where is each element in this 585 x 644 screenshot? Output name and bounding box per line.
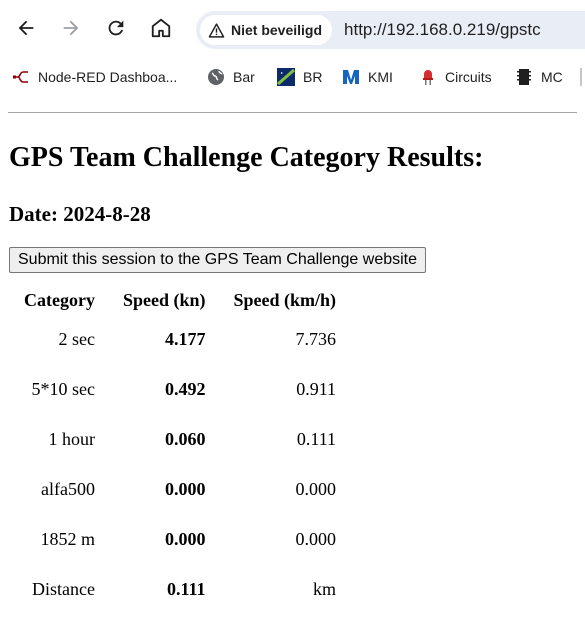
bookmark-label: Bar [233, 69, 255, 85]
category-cell: 5*10 sec [31, 378, 95, 399]
results-table: Category Speed (kn) Speed (km/h) 2 sec 4… [9, 285, 351, 615]
category-cell: 1852 m [40, 528, 95, 549]
page-title: GPS Team Challenge Category Results: [9, 142, 484, 173]
category-cell: 1 hour [48, 428, 95, 449]
session-date: Date: 2024-8-28 [9, 202, 151, 226]
led-icon [419, 68, 437, 86]
speed-kn-cell: 0.000 [165, 528, 206, 549]
bookmark-bar[interactable]: Bar [207, 66, 255, 88]
table-row: 5*10 sec 0.492 0.911 [11, 365, 349, 413]
column-header-speed-kn: Speed (kn) [122, 289, 206, 310]
warning-icon [208, 22, 225, 38]
column-header-speed-kmh: Speed (km/h) [233, 289, 337, 310]
home-icon [151, 18, 171, 38]
url-text[interactable]: http://192.168.0.219/gpstc [344, 20, 541, 40]
category-cell: 2 sec [58, 328, 95, 349]
globe-icon [207, 68, 225, 86]
speed-kn-cell: 0.111 [167, 578, 206, 599]
bookmark-label: KMI [368, 69, 393, 85]
speed-kmh-cell: 7.736 [295, 328, 337, 349]
bookmark-label: MC [541, 69, 563, 85]
bookmark-label: BR [303, 69, 323, 85]
br-icon [277, 68, 295, 86]
back-button[interactable] [12, 14, 40, 42]
node-red-icon [12, 68, 30, 86]
category-cell: alfa500 [41, 478, 95, 499]
speed-kmh-cell: 0.000 [295, 528, 337, 549]
table-row: 2 sec 4.177 7.736 [11, 315, 349, 363]
speed-kmh-cell: 0.000 [295, 478, 337, 499]
reload-icon [108, 20, 124, 36]
category-cell: Distance [32, 578, 95, 599]
reload-button[interactable] [102, 14, 130, 42]
bookmarks-bar: Node-RED Dashboa... Bar BR KMI Circuits … [0, 60, 585, 94]
browser-toolbar: Niet beveiligd http://192.168.0.219/gpst… [0, 0, 585, 60]
speed-kn-cell: 4.177 [165, 328, 206, 349]
speed-kn-cell: 0.000 [165, 478, 206, 499]
kmi-icon [342, 68, 360, 86]
home-button[interactable] [147, 14, 175, 42]
security-chip[interactable]: Niet beveiligd [200, 15, 333, 45]
back-arrow-icon [18, 20, 34, 36]
speed-kmh-cell: 0.111 [296, 428, 337, 449]
table-row: Distance 0.111 km [11, 565, 349, 613]
bookmark-br[interactable]: BR [277, 66, 322, 88]
chip-icon [515, 68, 533, 86]
bookmarks-separator [580, 68, 582, 86]
page-divider [8, 112, 577, 113]
table-row: 1 hour 0.060 0.111 [11, 415, 349, 463]
submit-session-button[interactable]: Submit this session to the GPS Team Chal… [9, 247, 427, 273]
bookmark-node-red[interactable]: Node-RED Dashboa... [12, 66, 177, 88]
page-content: GPS Team Challenge Category Results: Dat… [0, 142, 585, 615]
table-header-row: Category Speed (kn) Speed (km/h) [11, 287, 349, 313]
bookmark-kmi[interactable]: KMI [342, 66, 393, 88]
bookmark-label: Node-RED Dashboa... [38, 69, 178, 85]
bookmark-mc[interactable]: MC [515, 66, 563, 88]
column-header-category: Category [24, 289, 95, 310]
bookmark-label: Circuits [445, 69, 492, 85]
address-bar[interactable]: Niet beveiligd http://192.168.0.219/gpst… [196, 11, 585, 49]
table-row: alfa500 0.000 0.000 [11, 465, 349, 513]
forward-button[interactable] [57, 14, 85, 42]
speed-kn-cell: 0.492 [165, 378, 206, 399]
speed-kn-cell: 0.060 [165, 428, 206, 449]
table-row: 1852 m 0.000 0.000 [11, 515, 349, 563]
forward-arrow-icon [63, 20, 79, 36]
bookmark-circuits[interactable]: Circuits [419, 66, 492, 88]
security-label: Niet beveiligd [231, 22, 323, 38]
speed-kmh-cell: km [313, 578, 337, 599]
speed-kmh-cell: 0.911 [296, 378, 337, 399]
